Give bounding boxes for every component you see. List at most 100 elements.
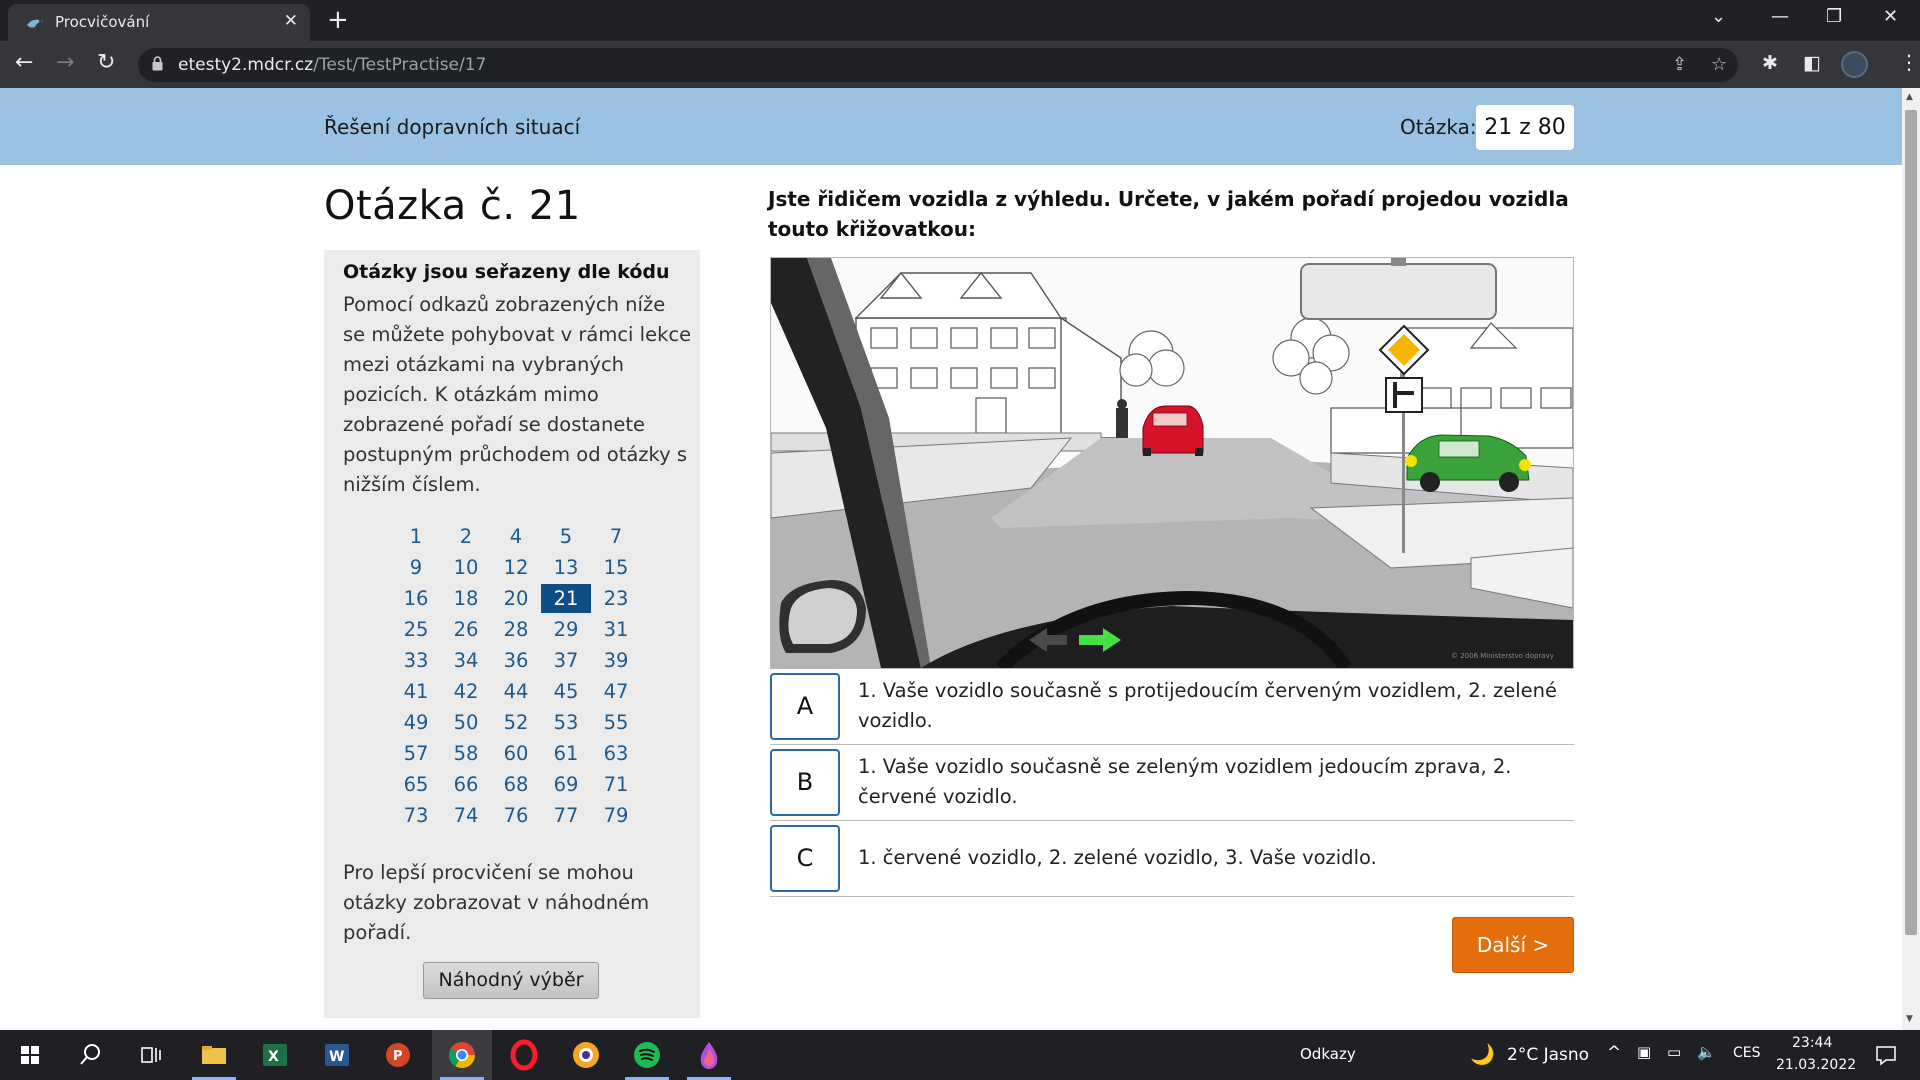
question-link-42[interactable]: 42 — [441, 677, 491, 706]
question-link-33[interactable]: 33 — [391, 646, 441, 675]
question-link-47[interactable]: 47 — [591, 677, 641, 706]
clock-time[interactable]: 23:44 — [1792, 1035, 1832, 1051]
language-indicator[interactable]: CES — [1733, 1045, 1761, 1061]
scroll-thumb[interactable] — [1905, 110, 1917, 935]
question-link-23[interactable]: 23 — [591, 584, 641, 613]
excel-icon[interactable]: X — [245, 1030, 305, 1080]
answer-option-a[interactable]: A 1. Vaše vozidlo současně s protijedouc… — [770, 669, 1574, 745]
opera-icon[interactable] — [494, 1030, 554, 1080]
question-link-10[interactable]: 10 — [441, 553, 491, 582]
question-link-52[interactable]: 52 — [491, 708, 541, 737]
forward-icon[interactable]: → — [56, 50, 74, 76]
question-link-37[interactable]: 37 — [541, 646, 591, 675]
question-link-45[interactable]: 45 — [541, 677, 591, 706]
spotify-icon[interactable] — [617, 1030, 677, 1080]
question-link-74[interactable]: 74 — [441, 801, 491, 830]
notifications-icon[interactable] — [1870, 1039, 1902, 1071]
question-link-25[interactable]: 25 — [391, 615, 441, 644]
back-icon[interactable]: ← — [15, 50, 33, 76]
question-link-28[interactable]: 28 — [491, 615, 541, 644]
question-link-36[interactable]: 36 — [491, 646, 541, 675]
meet-now-icon[interactable]: ▣ — [1637, 1043, 1651, 1061]
question-link-1[interactable]: 1 — [391, 522, 441, 551]
question-link-16[interactable]: 16 — [391, 584, 441, 613]
question-link-7[interactable]: 7 — [591, 522, 641, 551]
chevron-down-icon[interactable]: ⌄ — [1711, 6, 1726, 27]
question-link-79[interactable]: 79 — [591, 801, 641, 830]
drop-app-icon[interactable] — [679, 1030, 739, 1080]
close-icon[interactable]: ✕ — [1883, 6, 1898, 27]
question-link-2[interactable]: 2 — [441, 522, 491, 551]
question-link-39[interactable]: 39 — [591, 646, 641, 675]
powerpoint-icon[interactable]: P — [368, 1030, 428, 1080]
question-link-13[interactable]: 13 — [541, 553, 591, 582]
file-explorer-icon[interactable] — [184, 1030, 244, 1080]
clock-date[interactable]: 21.03.2022 — [1776, 1057, 1856, 1073]
windows-start-icon[interactable] — [14, 1039, 46, 1071]
scroll-down-icon[interactable]: ▼ — [1906, 1014, 1913, 1024]
question-link-73[interactable]: 73 — [391, 801, 441, 830]
restore-icon[interactable]: ❐ — [1826, 6, 1842, 27]
page-scrollbar[interactable]: ▲ ▼ — [1902, 88, 1920, 1030]
task-view-icon[interactable] — [134, 1039, 166, 1071]
minimize-icon[interactable]: — — [1771, 6, 1789, 27]
question-link-63[interactable]: 63 — [591, 739, 641, 768]
question-link-31[interactable]: 31 — [591, 615, 641, 644]
extensions-icon[interactable]: ✱ — [1762, 52, 1778, 74]
question-link-68[interactable]: 68 — [491, 770, 541, 799]
question-link-58[interactable]: 58 — [441, 739, 491, 768]
question-link-61[interactable]: 61 — [541, 739, 591, 768]
question-link-26[interactable]: 26 — [441, 615, 491, 644]
share-icon[interactable]: ⇪ — [1672, 54, 1687, 75]
new-tab-icon[interactable]: + — [327, 7, 349, 33]
question-link-9[interactable]: 9 — [391, 553, 441, 582]
brave-browser-icon[interactable] — [556, 1030, 616, 1080]
answer-option-c[interactable]: C 1. červené vozidlo, 2. zelené vozidlo,… — [770, 821, 1574, 897]
question-link-15[interactable]: 15 — [591, 553, 641, 582]
question-link-41[interactable]: 41 — [391, 677, 441, 706]
profile-avatar[interactable] — [1841, 51, 1868, 78]
question-link-34[interactable]: 34 — [441, 646, 491, 675]
question-link-76[interactable]: 76 — [491, 801, 541, 830]
answer-letter[interactable]: C — [770, 825, 840, 892]
question-link-20[interactable]: 20 — [491, 584, 541, 613]
question-link-5[interactable]: 5 — [541, 522, 591, 551]
tray-chevron-icon[interactable]: ^ — [1607, 1043, 1621, 1063]
question-link-21[interactable]: 21 — [541, 584, 591, 613]
question-link-77[interactable]: 77 — [541, 801, 591, 830]
tab-close-icon[interactable]: ✕ — [284, 11, 298, 31]
next-button[interactable]: Další > — [1452, 917, 1574, 973]
question-link-66[interactable]: 66 — [441, 770, 491, 799]
answer-letter[interactable]: B — [770, 749, 840, 816]
question-link-18[interactable]: 18 — [441, 584, 491, 613]
answer-letter[interactable]: A — [770, 673, 840, 740]
random-selection-button[interactable]: Náhodný výběr — [423, 962, 599, 999]
word-icon[interactable]: W — [307, 1030, 367, 1080]
question-link-4[interactable]: 4 — [491, 522, 541, 551]
question-link-69[interactable]: 69 — [541, 770, 591, 799]
question-link-55[interactable]: 55 — [591, 708, 641, 737]
question-link-71[interactable]: 71 — [591, 770, 641, 799]
battery-icon[interactable]: ▭ — [1667, 1043, 1681, 1061]
search-icon[interactable] — [74, 1039, 106, 1071]
answer-option-b[interactable]: B 1. Vaše vozidlo současně se zeleným vo… — [770, 745, 1574, 821]
question-link-57[interactable]: 57 — [391, 739, 441, 768]
moon-weather-icon[interactable]: 🌙 — [1470, 1042, 1495, 1066]
menu-icon[interactable]: ⋮ — [1899, 50, 1919, 74]
question-link-49[interactable]: 49 — [391, 708, 441, 737]
star-icon[interactable]: ☆ — [1711, 54, 1727, 75]
question-link-12[interactable]: 12 — [491, 553, 541, 582]
url-field[interactable]: etesty2.mdcr.cz/Test/TestPractise/17 ⇪ ☆ — [138, 48, 1738, 82]
question-link-50[interactable]: 50 — [441, 708, 491, 737]
weather-text[interactable]: 2°C Jasno — [1507, 1045, 1589, 1065]
scroll-up-icon[interactable]: ▲ — [1906, 92, 1913, 102]
question-link-60[interactable]: 60 — [491, 739, 541, 768]
question-link-29[interactable]: 29 — [541, 615, 591, 644]
question-link-53[interactable]: 53 — [541, 708, 591, 737]
question-link-44[interactable]: 44 — [491, 677, 541, 706]
question-link-65[interactable]: 65 — [391, 770, 441, 799]
links-toolbar-label[interactable]: Odkazy — [1300, 1045, 1356, 1063]
chrome-icon[interactable] — [432, 1030, 492, 1080]
volume-icon[interactable]: 🔈 — [1697, 1043, 1716, 1061]
browser-tab[interactable]: Procvičování ✕ — [8, 4, 310, 41]
